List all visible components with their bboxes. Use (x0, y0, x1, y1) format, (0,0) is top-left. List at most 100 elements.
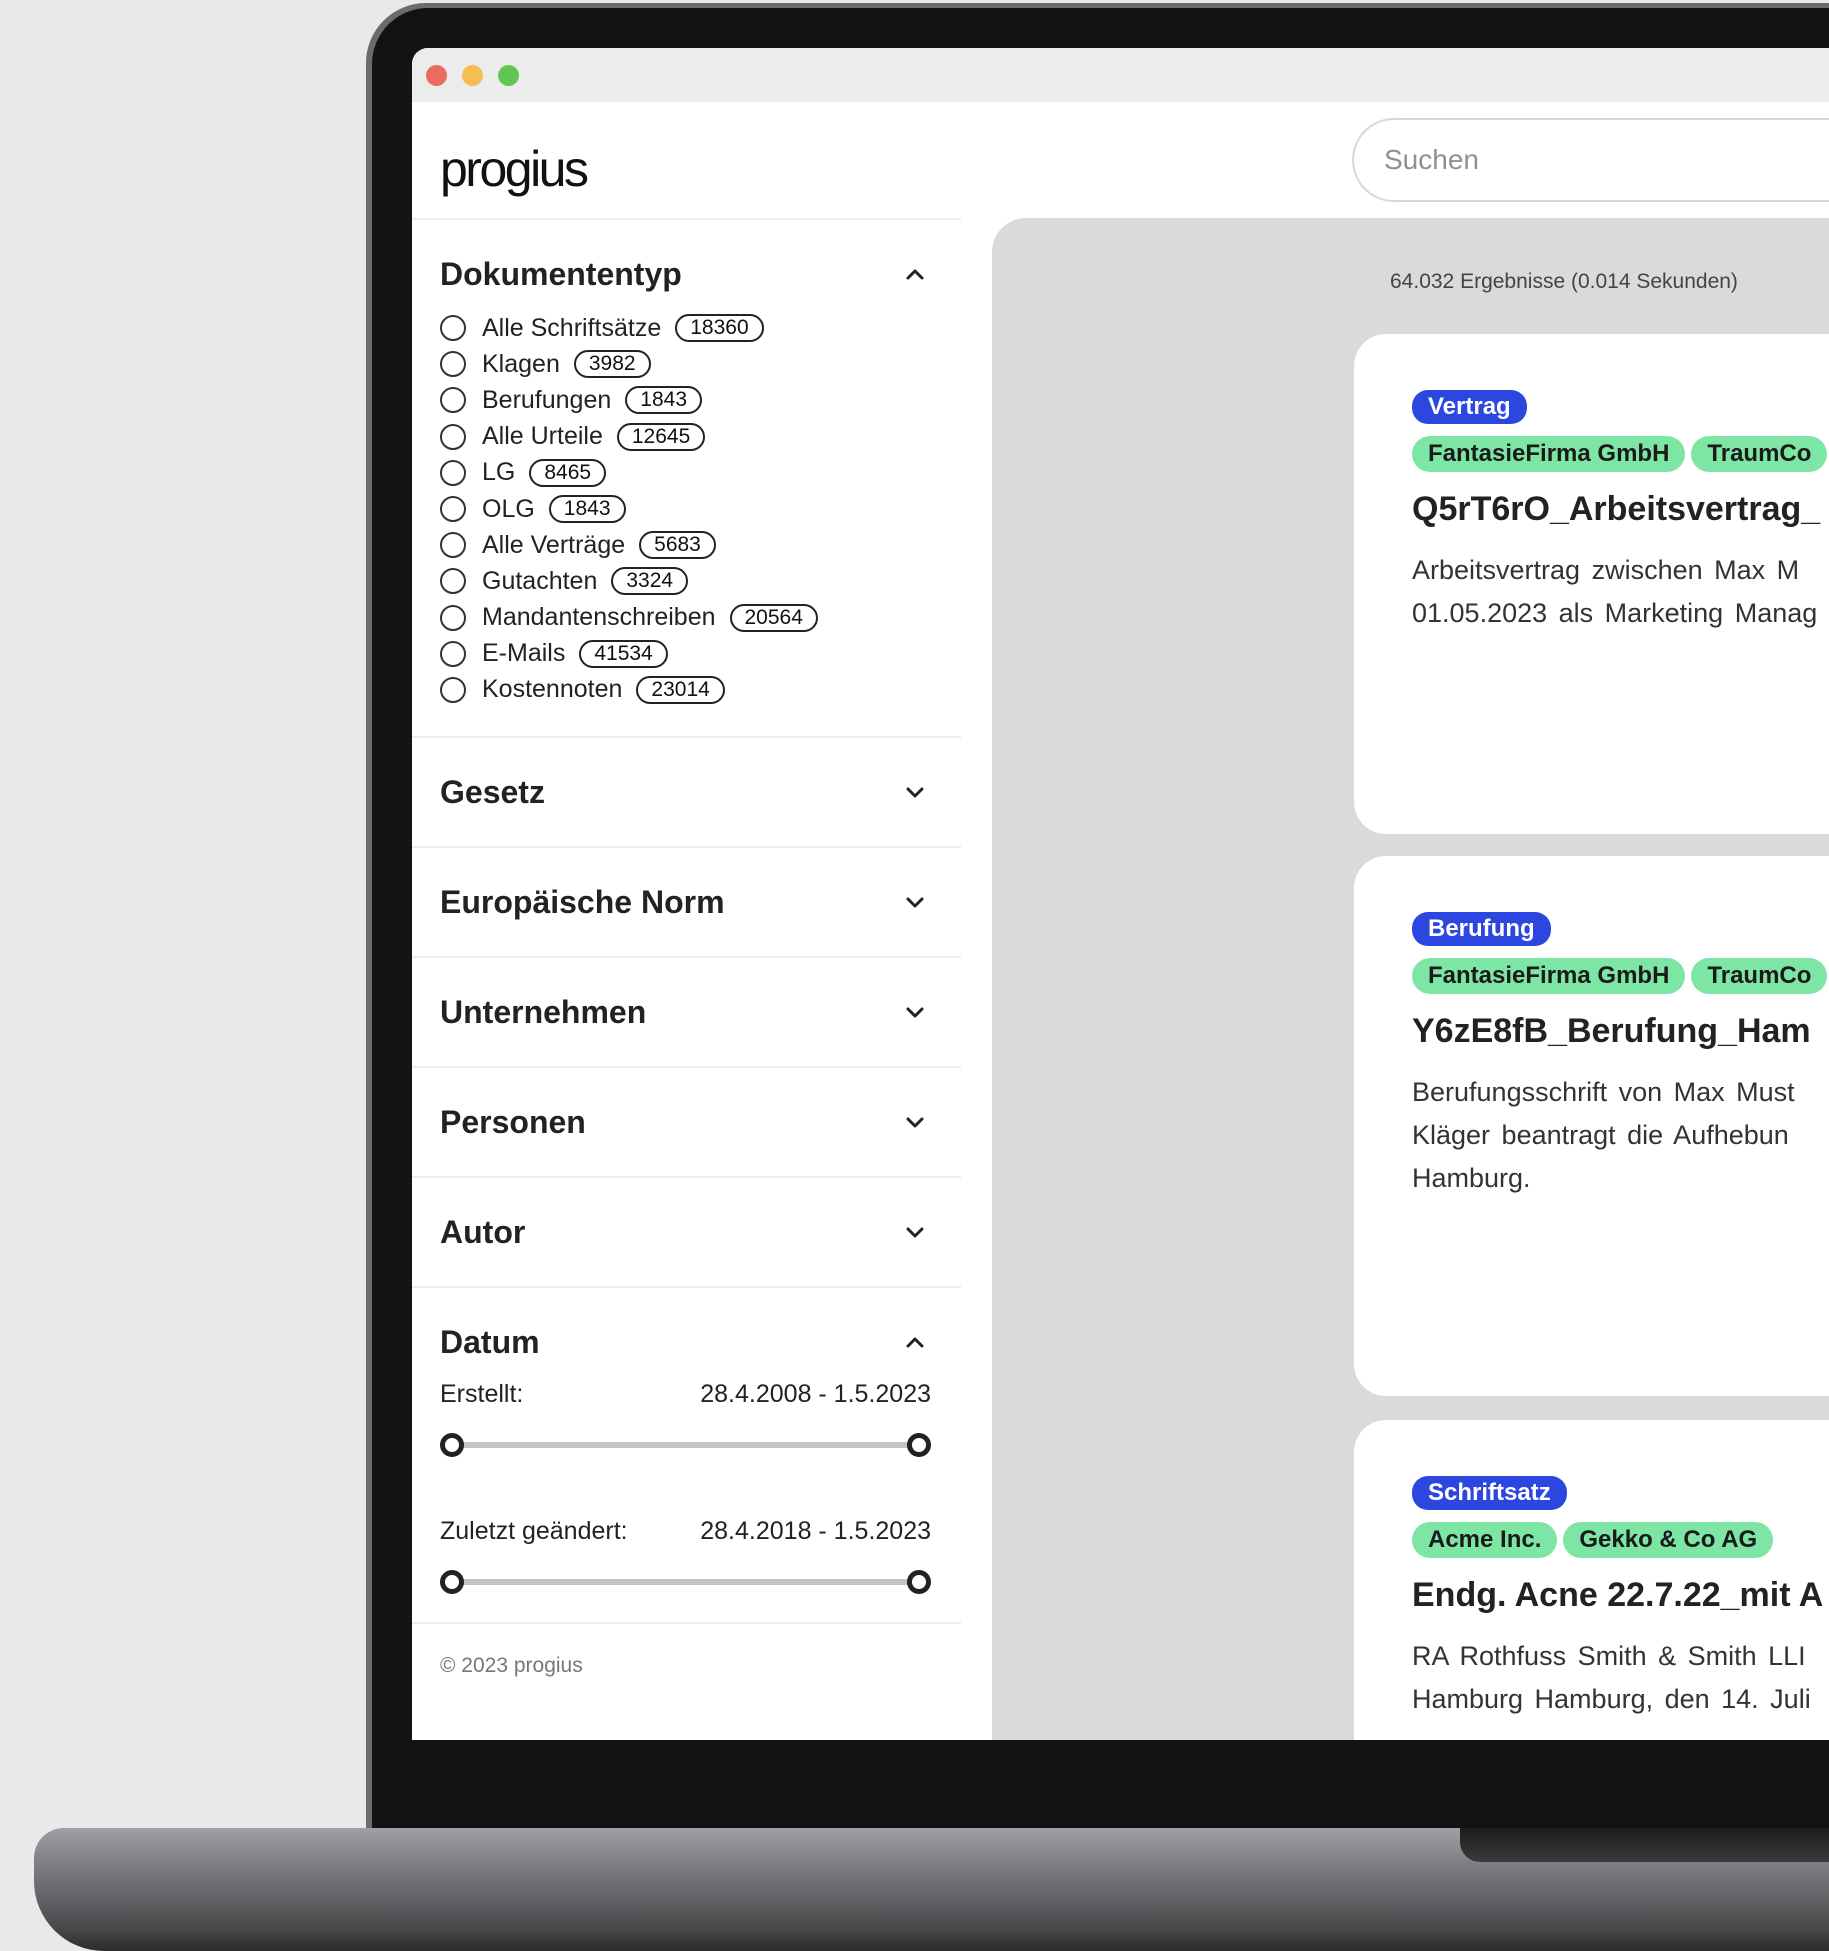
radio-button[interactable] (440, 387, 466, 414)
doc-type-label: Alle Verträge (482, 530, 626, 559)
date-filter: Erstellt: 28.4.2008 - 1.5.2023 Zuletzt g… (412, 1380, 961, 1602)
entity-tags: Acme Inc. Gekko & Co AG (1412, 1522, 1829, 1558)
entity-tag[interactable]: Gekko & Co AG (1563, 1522, 1774, 1558)
filter-section-dokumententyp: Dokumententyp Alle Schriftsätze 18360 Klag… (412, 220, 961, 739)
filter-section-europaeische-norm: Europäische Norm (412, 848, 961, 959)
filter-header-unternehmen[interactable]: Unternehmen (412, 958, 961, 1066)
app-logo[interactable]: progius (440, 140, 589, 198)
doc-type-label: E-Mails (482, 639, 566, 668)
doc-type-option[interactable]: Alle Verträge 5683 (440, 527, 961, 563)
radio-button[interactable] (440, 532, 466, 559)
count-badge: 1843 (625, 386, 702, 415)
doc-type-option[interactable]: Mandantenschreiben 20564 (440, 600, 961, 636)
app-container: progius Dokumententyp Alle Schriftsätze 1… (412, 102, 1829, 1740)
radio-button[interactable] (440, 640, 466, 667)
entity-tag[interactable]: Acme Inc. (1412, 1522, 1558, 1558)
radio-button[interactable] (440, 568, 466, 595)
doc-type-option[interactable]: OLG 1843 (440, 491, 961, 527)
entity-tag[interactable]: FantasieFirma GmbH (1412, 436, 1686, 472)
chevron-down-icon (906, 1007, 924, 1018)
doc-type-option[interactable]: Alle Urteile 12645 (440, 419, 961, 455)
window-maximize-button[interactable] (498, 64, 519, 86)
chevron-down-icon (906, 1227, 924, 1238)
filter-header-europaeische-norm[interactable]: Europäische Norm (412, 848, 961, 956)
entity-tags: FantasieFirma GmbH TraumCo (1412, 958, 1829, 994)
radio-button[interactable] (440, 496, 466, 523)
doc-type-label: LG (482, 458, 516, 487)
chevron-down-icon (906, 897, 924, 908)
sidebar-footer: © 2023 progius (412, 1622, 961, 1678)
filter-header-datum[interactable]: Datum (412, 1288, 961, 1396)
result-card[interactable]: Berufung FantasieFirma GmbH TraumCo Y6zE8… (1354, 856, 1829, 1396)
radio-button[interactable] (440, 423, 466, 450)
results-area: 64.032 Ergebnisse (0.014 Sekunden) Vertr… (992, 218, 1829, 1740)
filter-header-autor[interactable]: Autor (412, 1178, 961, 1286)
result-title[interactable]: Q5rT6rO_Arbeitsvertrag_ (1412, 490, 1829, 529)
doc-type-option[interactable]: Gutachten 3324 (440, 563, 961, 599)
radio-button[interactable] (440, 315, 466, 342)
window-close-button[interactable] (426, 64, 447, 86)
radio-button[interactable] (440, 459, 466, 486)
entity-tag[interactable]: TraumCo (1691, 436, 1828, 472)
document-type-badge: Vertrag (1412, 390, 1527, 424)
result-card[interactable]: Vertrag FantasieFirma GmbH TraumCo Q5rT6r… (1354, 334, 1829, 834)
filter-header-gesetz[interactable]: Gesetz (412, 738, 961, 846)
filter-title: Autor (440, 1213, 526, 1250)
doc-type-option[interactable]: Berufungen 1843 (440, 382, 961, 418)
filter-section-gesetz: Gesetz (412, 738, 961, 849)
result-snippet: RA Rothfuss Smith & Smith LLI Hamburg Ha… (1412, 1635, 1829, 1721)
filter-header-personen[interactable]: Personen (412, 1068, 961, 1176)
snippet-line: Berufungsschrift von Max Must (1412, 1077, 1795, 1107)
laptop-hinge (1460, 1828, 1829, 1862)
results-count: 64.032 Ergebnisse (0.014 Sekunden) (1390, 270, 1738, 293)
entity-tags: FantasieFirma GmbH TraumCo (1412, 436, 1829, 472)
count-badge: 8465 (529, 458, 607, 487)
radio-button[interactable] (440, 604, 466, 631)
doc-type-option[interactable]: LG 8465 (440, 455, 961, 491)
doc-type-option[interactable]: E-Mails 41534 (440, 636, 961, 672)
slider-track (450, 1442, 921, 1449)
chevron-up-icon (906, 269, 924, 280)
slider-end-handle[interactable] (907, 1570, 931, 1595)
result-title[interactable]: Y6zE8fB_Berufung_Ham (1412, 1012, 1829, 1051)
snippet-line: Arbeitsvertrag zwischen Max M (1412, 555, 1800, 585)
browser-window: progius Dokumententyp Alle Schriftsätze 1… (412, 48, 1829, 1740)
entity-tag[interactable]: FantasieFirma GmbH (1412, 958, 1686, 994)
entity-tag[interactable]: TraumCo (1691, 958, 1828, 994)
filter-section-autor: Autor (412, 1178, 961, 1289)
snippet-line: Hamburg Hamburg, den 14. Juli (1412, 1684, 1811, 1714)
radio-button[interactable] (440, 676, 466, 703)
snippet-line: 01.05.2023 als Marketing Manag (1412, 598, 1818, 628)
modified-row: Zuletzt geändert: 28.4.2018 - 1.5.2023 (440, 1517, 931, 1546)
filter-title: Gesetz (440, 773, 545, 810)
slider-start-handle[interactable] (440, 1433, 464, 1458)
result-title[interactable]: Endg. Acne 22.7.22_mit A (1412, 1576, 1829, 1615)
count-badge: 5683 (639, 531, 716, 560)
modified-range-slider[interactable] (440, 1562, 931, 1602)
modified-label: Zuletzt geändert: (440, 1517, 628, 1546)
created-range-slider[interactable] (440, 1425, 931, 1465)
search-input[interactable] (1352, 118, 1829, 202)
modified-range: 28.4.2018 - 1.5.2023 (700, 1517, 931, 1546)
doc-type-label: Kostennoten (482, 675, 623, 704)
doc-type-label: Alle Urteile (482, 422, 603, 451)
window-minimize-button[interactable] (462, 64, 483, 86)
count-badge: 18360 (675, 314, 764, 343)
radio-button[interactable] (440, 351, 466, 378)
filter-title: Dokumententyp (440, 255, 682, 292)
count-badge: 1843 (548, 495, 626, 524)
slider-end-handle[interactable] (907, 1433, 931, 1458)
doc-type-label: Gutachten (482, 566, 598, 595)
doc-type-option[interactable]: Kostennoten 23014 (440, 672, 961, 708)
filter-section-unternehmen: Unternehmen (412, 958, 961, 1069)
chevron-down-icon (906, 787, 924, 798)
chevron-up-icon (906, 1337, 924, 1348)
document-type-badge: Schriftsatz (1412, 1476, 1567, 1510)
doc-type-option[interactable]: Klagen 3982 (440, 346, 961, 382)
result-card[interactable]: Schriftsatz Acme Inc. Gekko & Co AG Endg.… (1354, 1420, 1829, 1740)
filter-title: Personen (440, 1103, 586, 1140)
doc-type-option[interactable]: Alle Schriftsätze 18360 (440, 310, 961, 346)
slider-start-handle[interactable] (440, 1570, 464, 1595)
count-badge: 41534 (579, 639, 668, 668)
doc-type-label: Alle Schriftsätze (482, 313, 662, 342)
